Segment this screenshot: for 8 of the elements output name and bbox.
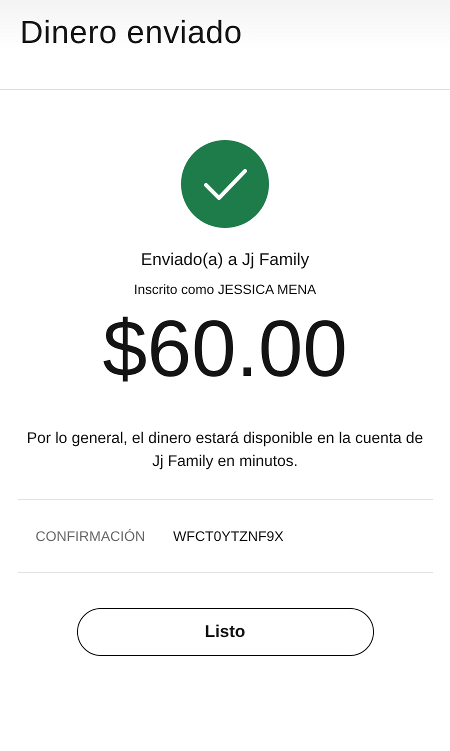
done-button[interactable]: Listo (76, 608, 374, 656)
recipient-text: Enviado(a) a Jj Family (140, 250, 310, 270)
page-title: Dinero enviado (20, 13, 244, 51)
confirmation-label: CONFIRMACIÓN (36, 528, 146, 544)
availability-message: Por lo general, el dinero estará disponible en la cuenta de Jj Family en minutos. (26, 429, 424, 472)
amount-text: $60.00 (102, 309, 348, 389)
confirmation-code: WFCT0YTZNF9X (173, 528, 284, 544)
enrolled-name-text: Inscrito como JESSICA MENA (134, 282, 316, 297)
